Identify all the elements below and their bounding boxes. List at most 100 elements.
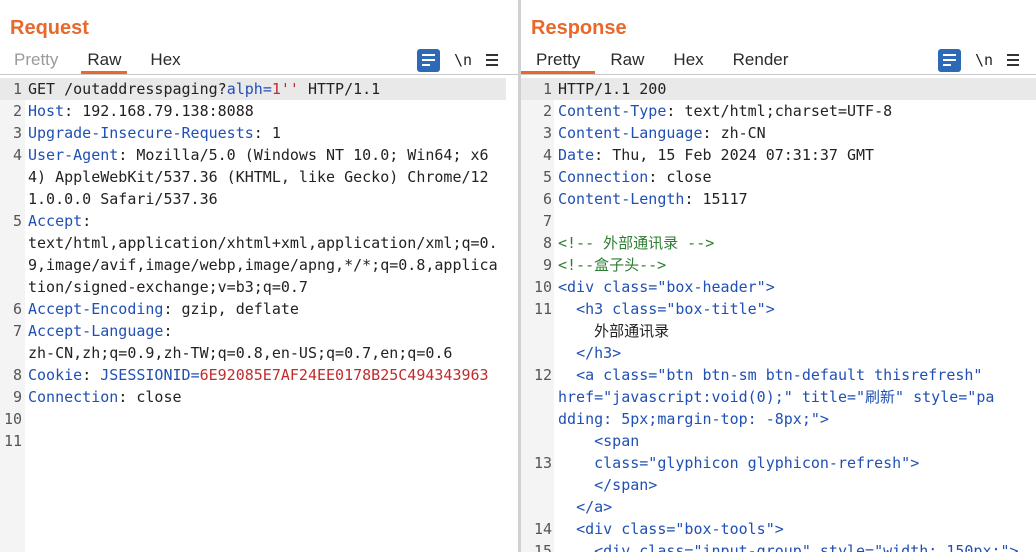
menu-icon[interactable] [486, 53, 499, 68]
line-number: 15 [533, 542, 552, 552]
header-key: Accept [28, 212, 83, 230]
header-key: Content-Length [558, 190, 685, 208]
header-sep: : [648, 168, 667, 186]
header-key: Cookie [28, 366, 83, 384]
code-line: 8 <!-- 外部通讯录 --> [521, 232, 1036, 254]
code-line: 15 <div class="input-group" style="width… [521, 540, 1036, 552]
line-number: 6 [542, 190, 552, 208]
code-line: 5 Accept: text/html,application/xhtml+xml… [0, 210, 518, 298]
code-line: 11 [0, 430, 518, 452]
header-sep: : [118, 388, 137, 406]
code-line: 10 <div class="box-header"> [521, 276, 1036, 298]
response-tools: \n [938, 48, 1020, 72]
code-line: 3 Content-Language: zh-CN [521, 122, 1036, 144]
html-code: <div class="box-header"> [558, 278, 775, 296]
code-line: 2 Host: 192.168.79.138:8088 [0, 100, 518, 122]
header-key: Connection [558, 168, 649, 186]
line-number: 9 [12, 388, 22, 406]
html-code: </h3> [558, 344, 622, 362]
header-key: Connection [28, 388, 119, 406]
line-number: 7 [12, 322, 22, 340]
wrap-lines-icon[interactable] [417, 48, 440, 72]
header-sep: : [82, 212, 92, 230]
header-sep: : [64, 102, 83, 120]
code-line: 1 GET /outaddresspaging?alph=1'' HTTP/1.… [0, 78, 506, 100]
response-tab-pretty[interactable]: Pretty [521, 48, 596, 74]
header-value: 192.168.79.138:8088 [82, 102, 254, 120]
code-line: 9 <!--盒子头--> [521, 254, 1036, 276]
header-sep: : [163, 300, 182, 318]
header-value: text/html,application/xhtml+xml,applicat… [28, 234, 498, 296]
header-key: Date [558, 146, 595, 164]
newline-toggle-icon[interactable]: \n [975, 51, 993, 69]
request-editor[interactable]: 1 GET /outaddresspaging?alph=1'' HTTP/1.… [0, 78, 518, 552]
line-number: 11 [3, 432, 22, 450]
request-tools: \n [417, 48, 499, 72]
code-line: 9 Connection: close [0, 386, 518, 408]
header-key: Content-Type [558, 102, 667, 120]
header-sep: : [594, 146, 613, 164]
line-number: 2 [12, 102, 22, 120]
code-line: 4 Date: Thu, 15 Feb 2024 07:31:37 GMT [521, 144, 1036, 166]
response-tabs: Pretty Raw Hex Render [521, 48, 788, 74]
line-number: 11 [533, 300, 552, 318]
html-code: <div class="input-group" style="width: 1… [558, 542, 1019, 552]
code-line: 6 Content-Length: 15117 [521, 188, 1036, 210]
cookie-eq: = [190, 366, 200, 384]
request-path: /outaddresspaging? [64, 80, 227, 98]
line-number: 5 [542, 168, 552, 186]
line-number: 12 [533, 366, 552, 384]
html-comment: <!--盒子头--> [558, 256, 667, 274]
html-code: <a class="btn btn-sm btn-default thisref… [558, 366, 995, 428]
line-number: 6 [12, 300, 22, 318]
cookie-value: 6E92085E7AF24EE0178B25C494343963 [199, 366, 489, 384]
line-number: 14 [533, 520, 552, 538]
code-line: 8 Cookie: JSESSIONID=6E92085E7AF24EE0178… [0, 364, 518, 386]
code-line: 11 <h3 class="box-title"> 外部通讯录 </h3> [521, 298, 1036, 364]
response-pane: Response Pretty Raw Hex Render \n 1 HTTP… [521, 0, 1036, 552]
code-line: 2 Content-Type: text/html;charset=UTF-8 [521, 100, 1036, 122]
line-number: 10 [3, 410, 22, 428]
code-line: 5 Connection: close [521, 166, 1036, 188]
line-number: 3 [542, 124, 552, 142]
html-code: <h3 class="box-title"> [558, 300, 775, 318]
line-number: 5 [12, 212, 22, 230]
newline-toggle-icon[interactable]: \n [454, 51, 472, 69]
line-number: 13 [533, 454, 552, 472]
code-line: 4 User-Agent: Mozilla/5.0 (Windows NT 10… [0, 144, 518, 210]
request-tab-pretty[interactable]: Pretty [14, 48, 58, 74]
line-number: 8 [542, 234, 552, 252]
header-sep: : [702, 124, 721, 142]
header-sep: : [666, 102, 685, 120]
http-protocol: HTTP/1.1 [298, 80, 381, 98]
param-name: alph [226, 80, 263, 98]
header-key: Content-Language [558, 124, 703, 142]
header-sep: : [253, 124, 272, 142]
header-value: zh-CN [720, 124, 766, 142]
html-code: class="glyphicon glyphicon-refresh"> [558, 454, 920, 472]
response-editor[interactable]: 1 HTTP/1.1 200 2 Content-Type: text/html… [521, 78, 1036, 552]
html-text: 外部通讯录 [558, 322, 670, 340]
request-tab-hex[interactable]: Hex [150, 48, 180, 74]
header-value: Thu, 15 Feb 2024 07:31:37 GMT [612, 146, 875, 164]
cookie-name: JSESSIONID [100, 366, 191, 384]
request-tab-raw[interactable]: Raw [81, 48, 128, 74]
header-value: text/html;charset=UTF-8 [684, 102, 893, 120]
response-tab-render[interactable]: Render [733, 48, 789, 74]
menu-icon[interactable] [1007, 53, 1020, 68]
html-code: <div class="box-tools"> [558, 520, 784, 538]
header-key: Host [28, 102, 65, 120]
line-number: 8 [12, 366, 22, 384]
response-tab-raw[interactable]: Raw [610, 48, 644, 74]
wrap-lines-icon[interactable] [938, 48, 961, 72]
line-number: 7 [542, 212, 552, 230]
response-tab-divider [521, 74, 1036, 75]
code-line: 13 class="glyphicon glyphicon-refresh"> … [521, 452, 1036, 518]
code-text: HTTP/1.1 200 [558, 80, 667, 98]
response-tab-hex[interactable]: Hex [673, 48, 703, 74]
response-title: Response [531, 17, 627, 39]
http-method: GET [28, 80, 56, 98]
line-number: 1 [12, 80, 22, 98]
